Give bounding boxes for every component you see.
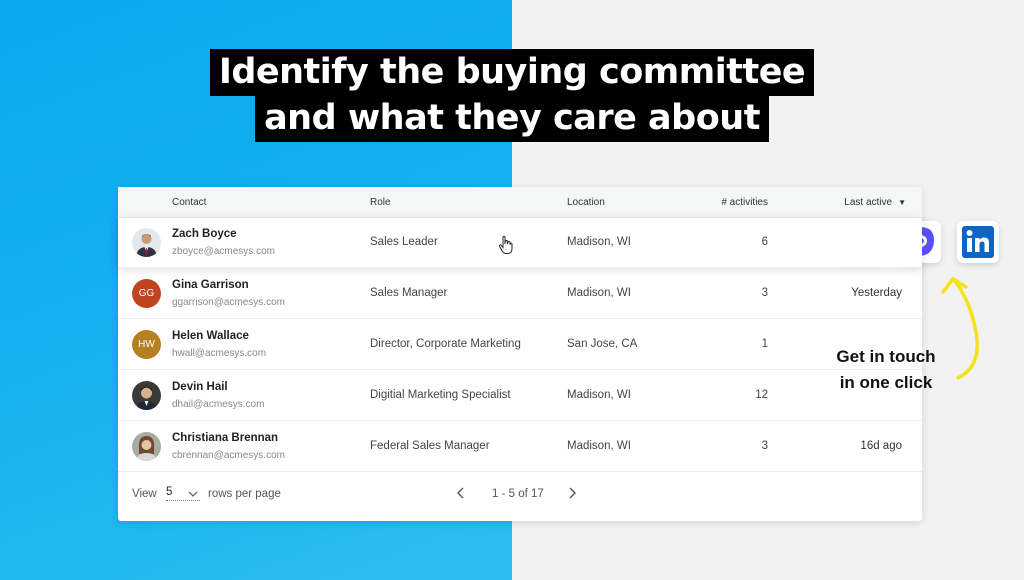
page-size-select[interactable]: 5 [166, 486, 200, 501]
contact-email: zboyce@acmesys.com [172, 246, 275, 257]
page-size-value: 5 [166, 486, 173, 498]
contact-email: ggarrison@acmesys.com [172, 297, 285, 308]
contact-role: Federal Sales Manager [370, 440, 490, 452]
contact-name[interactable]: Gina Garrison [172, 279, 249, 291]
contact-activities: 3 [761, 440, 768, 452]
contact-location: Madison, WI [567, 287, 631, 299]
contact-activities: 6 [761, 236, 768, 248]
contact-activities: 12 [755, 389, 768, 401]
table-row[interactable]: HW Helen Wallace hwall@acmesys.com Direc… [118, 320, 922, 370]
contacts-table-card: Contact Role Location # activities Last … [118, 187, 922, 521]
contact-email: dhail@acmesys.com [172, 399, 265, 410]
table-pagination: View 5 rows per page 1 - 5 of 17 [118, 471, 922, 521]
chevron-right-icon [569, 487, 576, 499]
next-page-button[interactable] [566, 485, 578, 504]
contact-activities: 3 [761, 287, 768, 299]
contact-name[interactable]: Helen Wallace [172, 330, 249, 342]
table-row[interactable]: GG Gina Garrison ggarrison@acmesys.com S… [118, 269, 922, 319]
avatar [132, 381, 161, 410]
contact-role: Sales Manager [370, 287, 448, 299]
table-row[interactable]: Christiana Brennan cbrennan@acmesys.com … [118, 422, 922, 472]
table-row[interactable]: Zach Boyce zboyce@acmesys.com Sales Lead… [118, 218, 922, 268]
contact-role: Sales Leader [370, 236, 438, 248]
view-label: View [132, 488, 157, 500]
hand-cursor-icon [498, 235, 513, 254]
contact-name[interactable]: Zach Boyce [172, 228, 237, 240]
column-header-contact[interactable]: Contact [172, 197, 206, 208]
contact-last-active: 16d ago [860, 440, 902, 452]
avatar: HW [132, 330, 161, 359]
contact-email: cbrennan@acmesys.com [172, 450, 285, 461]
avatar: GG [132, 279, 161, 308]
column-header-activities[interactable]: # activities [721, 197, 768, 208]
page-range: 1 - 5 of 17 [492, 488, 544, 500]
contact-name[interactable]: Devin Hail [172, 381, 228, 393]
call-to-action-text: Get in touch in one click [836, 347, 936, 392]
contact-name[interactable]: Christiana Brennan [172, 432, 278, 444]
column-header-last-active[interactable]: Last active ▼ [844, 197, 906, 208]
headline-line-1: Identify the buying committee [0, 49, 1024, 96]
table-header: Contact Role Location # activities Last … [118, 187, 922, 218]
rows-per-page-label: rows per page [208, 488, 281, 500]
column-header-role[interactable]: Role [370, 197, 391, 208]
avatar [132, 228, 161, 257]
contact-activities: 1 [761, 338, 768, 350]
contact-location: Madison, WI [567, 389, 631, 401]
headline-line-2: and what they care about [0, 95, 1024, 142]
linkedin-icon[interactable] [957, 221, 999, 263]
avatar [132, 432, 161, 461]
contact-role: Digitial Marketing Specialist [370, 389, 511, 401]
contact-location: Madison, WI [567, 440, 631, 452]
contact-email: hwall@acmesys.com [172, 348, 267, 359]
contact-location: Madison, WI [567, 236, 631, 248]
contact-location: San Jose, CA [567, 338, 638, 350]
column-header-location[interactable]: Location [567, 197, 605, 208]
table-row[interactable]: Devin Hail dhail@acmesys.com Digitial Ma… [118, 371, 922, 421]
sort-caret-icon: ▼ [898, 198, 906, 207]
contact-role: Director, Corporate Marketing [370, 338, 521, 350]
chevron-down-icon [188, 489, 198, 501]
previous-page-button[interactable] [455, 485, 467, 504]
contact-last-active: Yesterday [851, 287, 902, 299]
chevron-left-icon [457, 487, 464, 499]
